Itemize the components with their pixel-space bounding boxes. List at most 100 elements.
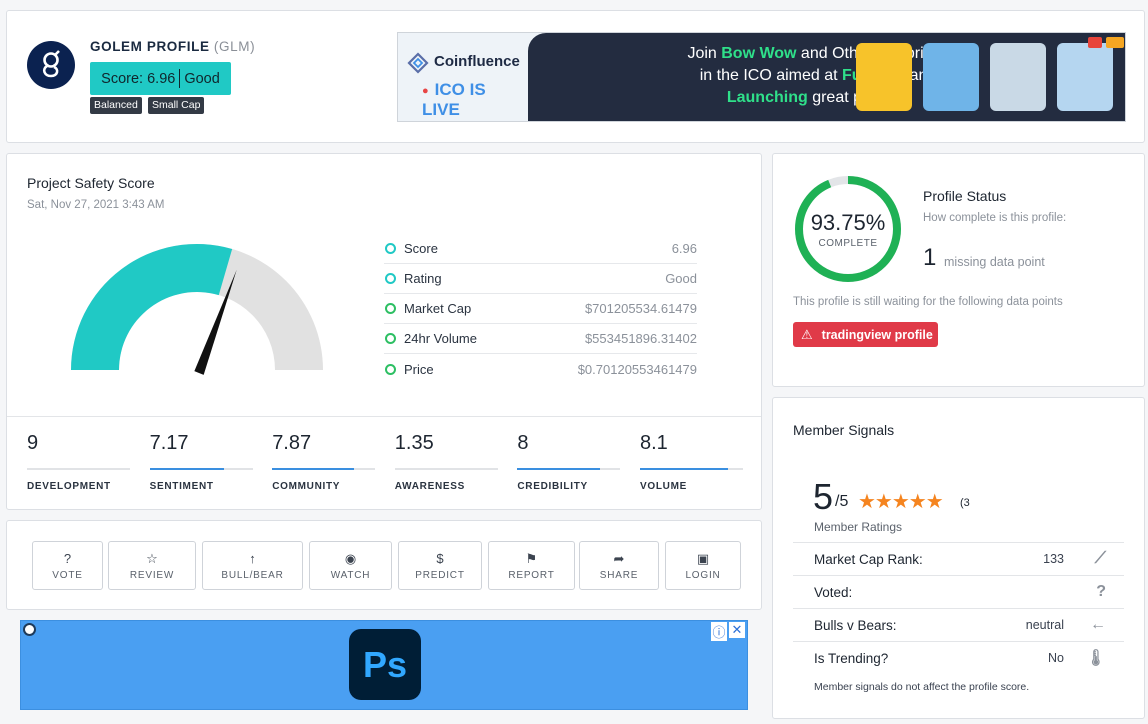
predict-button[interactable]: $ PREDICT bbox=[398, 541, 482, 590]
metric-label: Market Cap bbox=[404, 301, 472, 316]
subscore-bar bbox=[272, 468, 376, 470]
chart-icon[interactable]: ⟋ bbox=[1095, 550, 1106, 568]
metric-row: Price $0.70120553461479 bbox=[384, 354, 697, 384]
coin-symbol: (GLM) bbox=[213, 39, 256, 54]
score-text: Score: 6.96 bbox=[101, 70, 176, 87]
subscore-bar-fill bbox=[272, 468, 354, 470]
missing-count: 1 bbox=[923, 244, 937, 271]
vote-icon: ? bbox=[63, 551, 72, 566]
subscore-name: CREDIBILITY bbox=[517, 481, 588, 492]
subscore-bar bbox=[27, 468, 130, 470]
safety-metrics-list: Score 6.96 Rating Good Market Cap $70120… bbox=[384, 234, 697, 384]
signal-row: Bulls v Bears: neutral ← bbox=[793, 608, 1124, 641]
metric-label: 24hr Volume bbox=[404, 331, 477, 346]
bull-bear-icon: ↑ bbox=[249, 551, 256, 566]
subscore-value: 7.17 bbox=[149, 432, 189, 454]
status-dot-icon bbox=[385, 333, 396, 344]
ad-info-icon[interactable]: ⓘ bbox=[711, 622, 727, 641]
tag-balanced[interactable]: Balanced bbox=[90, 97, 142, 114]
vote-button[interactable]: ? VOTE bbox=[32, 541, 103, 590]
subscore-name: COMMUNITY bbox=[272, 481, 341, 492]
subscore-name: SENTIMENT bbox=[149, 481, 214, 492]
share-button[interactable]: ➦ SHARE bbox=[579, 541, 659, 590]
signal-row: Voted: ? bbox=[793, 575, 1124, 608]
subscore-name: VOLUME bbox=[640, 481, 687, 492]
coinfluence-logo-icon bbox=[407, 52, 429, 74]
action-label: PREDICT bbox=[415, 570, 465, 581]
status-dot-icon bbox=[385, 363, 396, 375]
ad-play-icon[interactable] bbox=[1106, 37, 1124, 48]
action-label: BULL/BEAR bbox=[221, 570, 284, 581]
watch-button[interactable]: ◉ WATCH bbox=[309, 541, 392, 590]
celebrity-photo-3 bbox=[990, 43, 1046, 111]
profile-header: GOLEM PROFILE (GLM) Score: 6.96 Good Bal… bbox=[6, 10, 1145, 143]
signal-label: Is Trending? bbox=[814, 650, 889, 666]
metric-value: $553451896.31402 bbox=[584, 331, 697, 346]
celebrity-photo-2 bbox=[923, 43, 979, 111]
rating-stars-icon: ★★★★★ bbox=[858, 491, 944, 513]
review-button[interactable]: ☆ REVIEW bbox=[108, 541, 196, 590]
safety-title: Project Safety Score bbox=[27, 175, 155, 191]
login-icon: ▣ bbox=[696, 551, 710, 566]
signal-value: 133 bbox=[1043, 552, 1064, 566]
ad-choices-icon[interactable] bbox=[1088, 37, 1102, 48]
signal-label: Voted: bbox=[814, 584, 853, 600]
missing-item-tradingview[interactable]: ⚠ tradingview profile bbox=[793, 322, 938, 347]
share-icon: ➦ bbox=[613, 551, 625, 566]
tag-small-cap[interactable]: Small Cap bbox=[148, 97, 205, 114]
warning-icon: ⚠ bbox=[801, 326, 813, 342]
celebrity-photo-1 bbox=[856, 43, 912, 111]
action-label: VOTE bbox=[52, 570, 83, 581]
metric-value: Good bbox=[665, 271, 697, 286]
metric-row: Rating Good bbox=[384, 264, 697, 294]
subscore-bar-fill bbox=[640, 468, 728, 470]
metric-value: 6.96 bbox=[671, 241, 697, 256]
ad-shield-icon bbox=[23, 623, 36, 636]
banner-brand: Coinfluence bbox=[434, 53, 520, 70]
live-dot-icon: ● bbox=[422, 84, 429, 97]
profile-status-title: Profile Status bbox=[923, 188, 1007, 204]
subscore-value: 8 bbox=[517, 432, 529, 454]
login-button[interactable]: ▣ LOGIN bbox=[665, 541, 741, 590]
question-icon[interactable]: ? bbox=[1096, 583, 1106, 601]
waiting-text: This profile is still waiting for the fo… bbox=[793, 296, 1063, 308]
member-ratings-label: Member Ratings bbox=[814, 520, 903, 534]
golem-logo bbox=[27, 41, 75, 89]
metric-row: Market Cap $701205534.61479 bbox=[384, 294, 697, 324]
ad-close-icon[interactable]: ✕ bbox=[729, 622, 745, 638]
completion-ring: 93.75% COMPLETE bbox=[793, 174, 903, 284]
photoshop-logo: Ps bbox=[349, 629, 421, 700]
rating-count: (3 bbox=[960, 497, 970, 509]
status-dot-icon bbox=[385, 303, 396, 314]
report-icon: ⚑ bbox=[525, 551, 538, 566]
member-rating-max: /5 bbox=[835, 493, 849, 510]
subscore-value: 7.87 bbox=[272, 432, 312, 454]
profile-status-question: How complete is this profile: bbox=[923, 212, 1067, 224]
metric-row: 24hr Volume $553451896.31402 bbox=[384, 324, 697, 354]
member-signals-panel: Member Signals 5 /5 ★★★★★ (3 Member Rati… bbox=[772, 397, 1145, 719]
signal-label: Bulls v Bears: bbox=[814, 617, 897, 633]
subscore-value: 8.1 bbox=[640, 432, 668, 454]
subscore-bar-fill bbox=[149, 468, 224, 470]
subscore-awareness: 1.35 AWARENESS bbox=[394, 432, 498, 492]
report-button[interactable]: ⚑ REPORT bbox=[488, 541, 575, 590]
banner-live: ● ICO IS LIVE bbox=[422, 80, 486, 119]
ad-photoshop[interactable]: ⓘ ✕ Ps bbox=[20, 620, 748, 710]
arrow-left-icon[interactable]: ← bbox=[1090, 616, 1106, 634]
subscore-bar bbox=[640, 468, 743, 470]
ad-banner-coinfluence[interactable]: Coinfluence ● ICO IS LIVE Join Bow Wow an… bbox=[397, 32, 1126, 122]
thermometer-icon[interactable]: 🌡 bbox=[1086, 648, 1106, 668]
safety-date: Sat, Nov 27, 2021 3:43 AM bbox=[27, 199, 165, 211]
subscore-bar-fill bbox=[517, 468, 600, 470]
action-label: REVIEW bbox=[129, 570, 175, 581]
signal-row: Is Trending? No 🌡 bbox=[793, 641, 1124, 674]
signal-value: No bbox=[1048, 651, 1064, 665]
divider bbox=[7, 416, 761, 417]
completion-label: COMPLETE bbox=[818, 238, 878, 249]
subscore-bar bbox=[394, 468, 498, 470]
subscore-value: 1.35 bbox=[394, 432, 434, 454]
signal-row: Market Cap Rank: 133 ⟋ bbox=[793, 542, 1124, 575]
metric-label: Score bbox=[404, 241, 438, 256]
completion-percent: 93.75% bbox=[810, 210, 886, 235]
bull-bear-button[interactable]: ↑ BULL/BEAR bbox=[202, 541, 303, 590]
